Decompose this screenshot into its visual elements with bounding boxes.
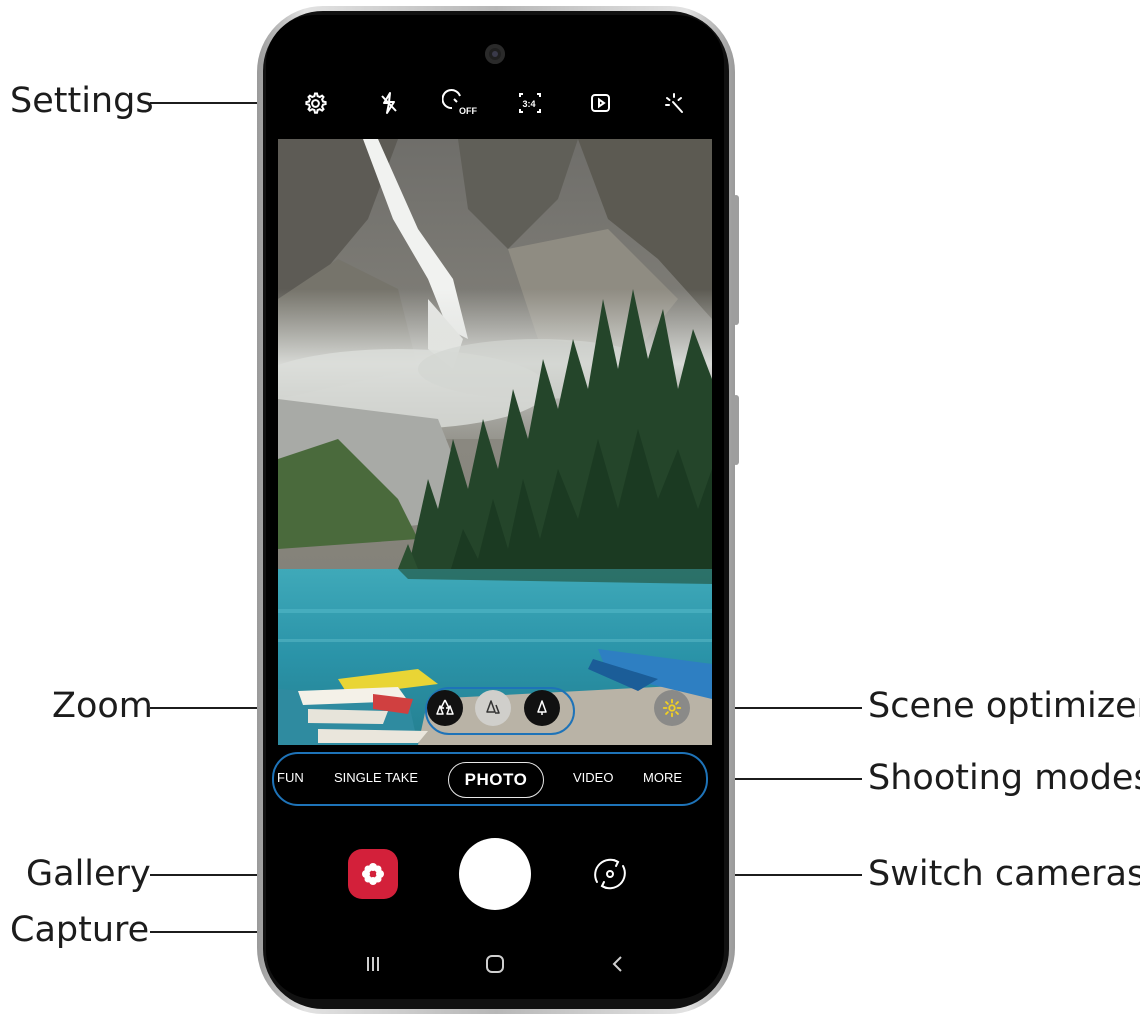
mode-photo[interactable]: PHOTO	[448, 762, 544, 798]
zoom-callout: Zoom	[52, 686, 153, 726]
scene-optimizer-button[interactable]	[654, 690, 690, 726]
power-button	[733, 395, 739, 465]
camera-viewfinder[interactable]	[278, 139, 712, 745]
front-camera	[485, 44, 505, 64]
tele-tree-icon	[537, 700, 547, 715]
tele-zoom-button[interactable]	[524, 690, 560, 726]
mode-more[interactable]: MORE	[643, 770, 682, 785]
settings-gear-icon[interactable]	[300, 88, 330, 118]
mode-single-take[interactable]: SINGLE TAKE	[334, 770, 418, 785]
wide-tree-icon	[486, 700, 500, 714]
wide-zoom-button[interactable]	[475, 690, 511, 726]
scene-optimizer-icon	[662, 698, 682, 718]
svg-text:OFF: OFF	[459, 106, 477, 116]
switch-cameras-button[interactable]	[587, 851, 633, 897]
home-icon[interactable]	[484, 952, 506, 976]
ultra-wide-trees-icon	[436, 699, 454, 715]
capture-callout: Capture	[10, 910, 150, 950]
flash-off-icon[interactable]	[374, 88, 404, 118]
shooting-modes-callout: Shooting modes	[868, 758, 1140, 798]
svg-text:3:4: 3:4	[523, 99, 536, 109]
timer-off-icon[interactable]: OFF	[442, 88, 478, 118]
switch-cameras-callout: Switch cameras	[868, 854, 1140, 894]
gallery-flower-icon	[362, 863, 384, 885]
mode-fun[interactable]: FUN	[277, 770, 304, 785]
gallery-callout: Gallery	[26, 854, 151, 894]
motion-photo-icon[interactable]	[586, 88, 616, 118]
capture-shutter-button[interactable]	[459, 838, 531, 910]
settings-callout: Settings	[10, 81, 154, 121]
switch-camera-icon	[594, 858, 626, 890]
gallery-button[interactable]	[348, 849, 398, 899]
back-icon[interactable]	[608, 952, 628, 976]
mode-video[interactable]: VIDEO	[573, 770, 613, 785]
aspect-ratio-icon[interactable]: 3:4	[515, 88, 545, 118]
recent-apps-icon[interactable]	[363, 952, 383, 976]
volume-button	[733, 195, 739, 325]
scene-optimizer-callout: Scene optimizer	[868, 686, 1140, 726]
filter-effects-icon[interactable]	[659, 88, 689, 118]
ultra-wide-zoom-button[interactable]	[427, 690, 463, 726]
